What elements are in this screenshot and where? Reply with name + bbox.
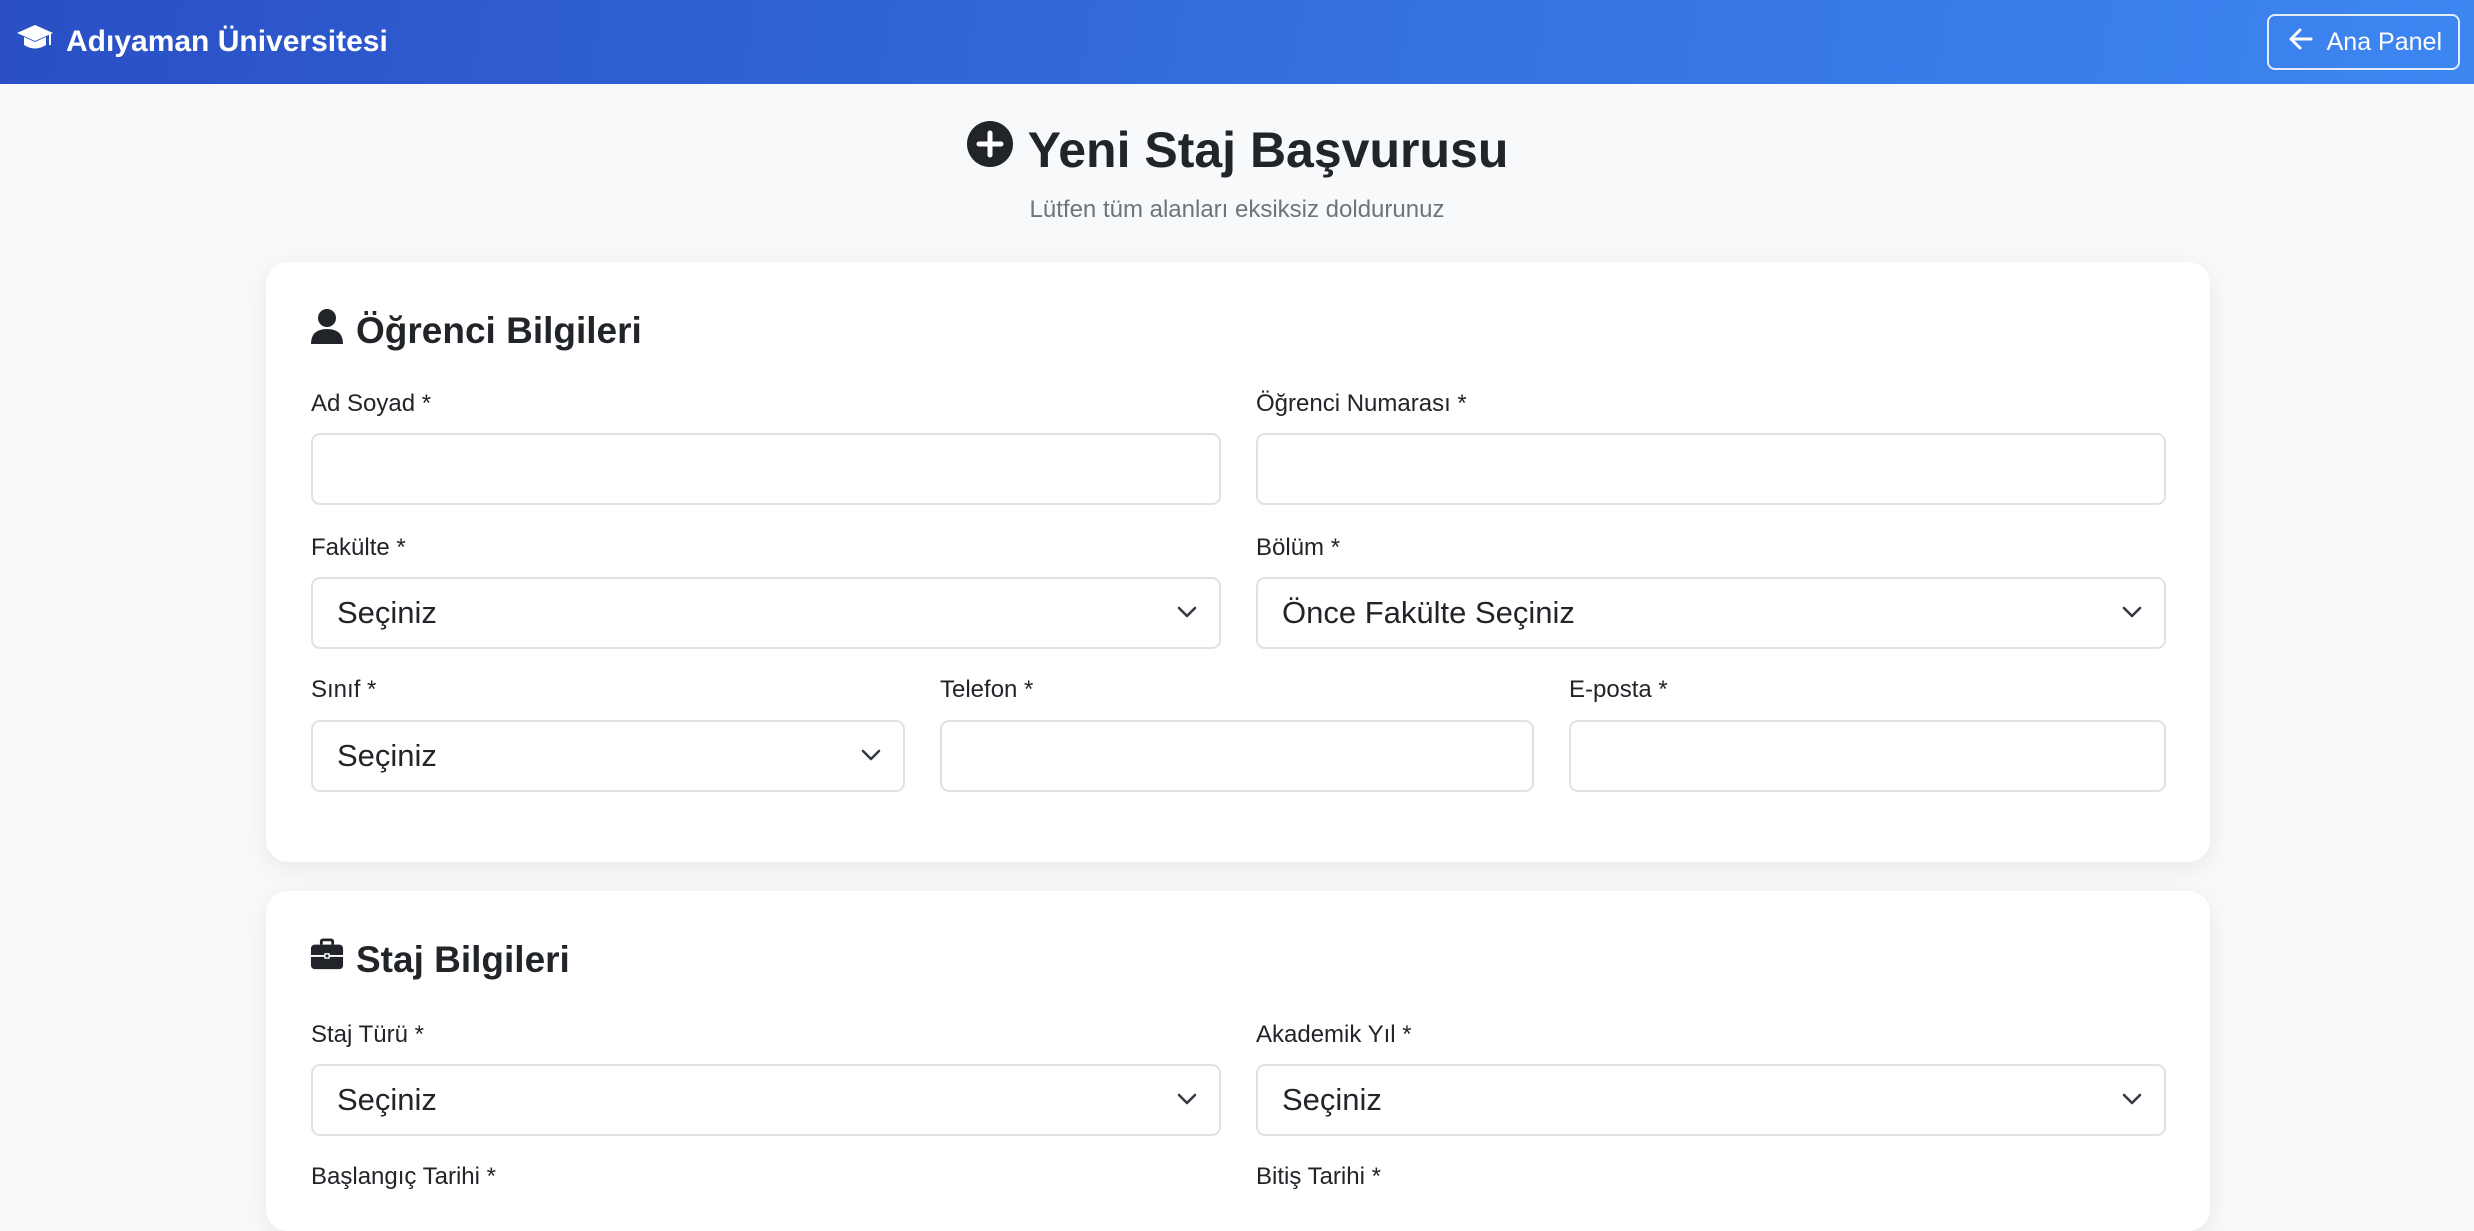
graduation-cap-icon (16, 23, 54, 61)
department-label: Bölüm * (1256, 534, 1341, 561)
user-icon (310, 308, 344, 353)
page-title: Yeni Staj Başvurusu (966, 120, 1509, 180)
brand[interactable]: Adıyaman Üniversitesi (16, 23, 388, 61)
page-heading: Yeni Staj Başvurusu Lütfen tüm alanları … (0, 120, 2474, 224)
chevron-down-icon (2122, 1093, 2142, 1105)
chevron-down-icon (2122, 606, 2142, 618)
plus-circle-icon (966, 120, 1014, 180)
chevron-down-icon (1177, 1093, 1197, 1105)
internship-info-card: Staj Bilgileri Staj Türü * Seçiniz Akade… (266, 891, 2210, 1231)
class-select[interactable]: Seçiniz (311, 720, 905, 792)
phone-input[interactable] (940, 720, 1534, 792)
name-label: Ad Soyad * (311, 390, 432, 417)
faculty-select-value: Seçiniz (337, 595, 437, 630)
internship-type-select[interactable]: Seçiniz (311, 1064, 1221, 1136)
email-input[interactable] (1569, 720, 2166, 792)
department-select[interactable]: Önce Fakülte Seçiniz (1256, 577, 2166, 649)
briefcase-icon (310, 937, 344, 982)
page-subtitle: Lütfen tüm alanları eksiksiz doldurunuz (1029, 196, 1445, 223)
chevron-down-icon (1177, 606, 1197, 618)
internship-info-title: Staj Bilgileri (310, 937, 570, 982)
brand-name: Adıyaman Üniversitesi (66, 25, 388, 58)
name-input[interactable] (311, 433, 1221, 505)
end-date-label: Bitiş Tarihi * (1256, 1163, 1381, 1190)
student-info-title-text: Öğrenci Bilgileri (356, 309, 642, 351)
faculty-label: Fakülte * (311, 534, 406, 561)
back-to-dashboard-button[interactable]: Ana Panel (2266, 14, 2460, 70)
academic-year-label: Akademik Yıl * (1256, 1021, 1412, 1048)
start-date-label: Başlangıç Tarihi * (311, 1163, 496, 1190)
phone-label: Telefon * (940, 676, 1034, 703)
department-select-value: Önce Fakülte Seçiniz (1282, 595, 1575, 630)
academic-year-select[interactable]: Seçiniz (1256, 1064, 2166, 1136)
student-number-input[interactable] (1256, 433, 2166, 505)
back-button-label: Ana Panel (2326, 27, 2442, 56)
arrow-left-icon (2289, 28, 2313, 57)
internship-type-select-value: Seçiniz (337, 1082, 437, 1117)
internship-type-label: Staj Türü * (311, 1021, 424, 1048)
email-label: E-posta * (1569, 676, 1668, 703)
class-select-value: Seçiniz (337, 738, 437, 773)
academic-year-select-value: Seçiniz (1282, 1082, 1382, 1117)
student-info-title: Öğrenci Bilgileri (310, 308, 642, 353)
class-label: Sınıf * (311, 676, 377, 703)
student-number-label: Öğrenci Numarası * (1256, 390, 1467, 417)
navbar: Adıyaman Üniversitesi Ana Panel (0, 0, 2474, 84)
internship-info-title-text: Staj Bilgileri (356, 938, 570, 980)
student-info-card: Öğrenci Bilgileri Ad Soyad * Öğrenci Num… (266, 262, 2210, 862)
page-title-text: Yeni Staj Başvurusu (1027, 122, 1509, 178)
faculty-select[interactable]: Seçiniz (311, 577, 1221, 649)
chevron-down-icon (861, 749, 881, 761)
